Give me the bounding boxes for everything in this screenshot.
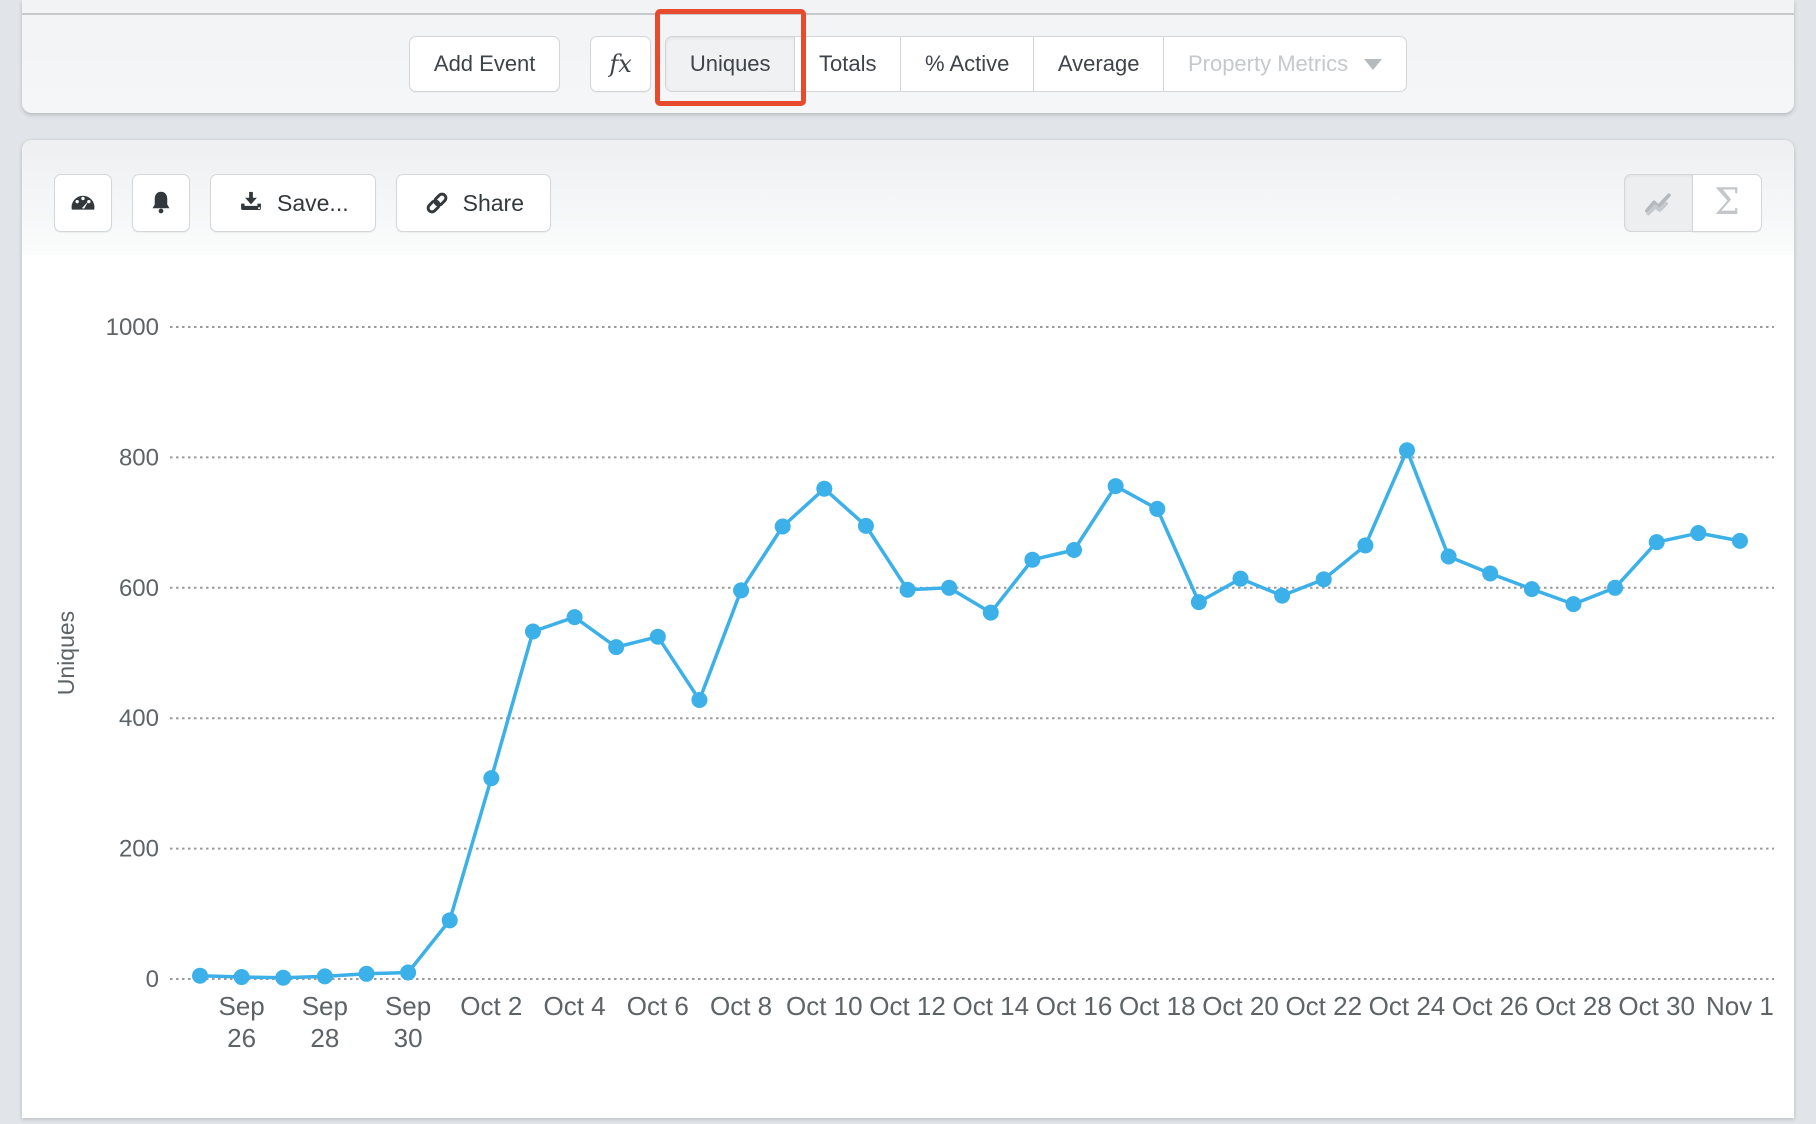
svg-text:0: 0 [146, 966, 159, 993]
download-icon [237, 189, 265, 217]
svg-text:Oct 12: Oct 12 [869, 991, 946, 1021]
chart-toolbar: Save... Share [22, 140, 1794, 255]
svg-text:Oct 30: Oct 30 [1618, 991, 1695, 1021]
property-metrics-dropdown[interactable]: Property Metrics [1163, 36, 1407, 92]
chart-toolbar-left-group: Save... Share [54, 174, 551, 232]
property-metrics-label: Property Metrics [1188, 51, 1348, 77]
svg-text:Oct 4: Oct 4 [544, 991, 606, 1021]
svg-text:Oct 2: Oct 2 [460, 991, 522, 1021]
gauge-icon [67, 187, 99, 219]
tab-percent-active[interactable]: % Active [900, 36, 1034, 92]
chart-panel: Save... Share [22, 140, 1794, 1118]
dashboard-gauge-button[interactable] [54, 174, 112, 232]
top-toolbar-panel: Add Event fx Uniques Totals % Active Ave… [22, 0, 1794, 113]
chevron-down-icon [1364, 59, 1382, 70]
formula-fx-button[interactable]: fx [590, 36, 650, 92]
svg-text:Sep: Sep [302, 991, 348, 1021]
share-button[interactable]: Share [396, 174, 551, 232]
tab-totals[interactable]: Totals [794, 36, 901, 92]
svg-text:Oct 8: Oct 8 [710, 991, 772, 1021]
sigma-view-button[interactable]: Σ [1692, 174, 1762, 232]
line-view-button[interactable] [1624, 174, 1694, 232]
tab-average[interactable]: Average [1033, 36, 1165, 92]
svg-text:Nov 1: Nov 1 [1706, 991, 1774, 1021]
line-chart-icon [1642, 186, 1676, 220]
metric-toolbar: Add Event fx Uniques Totals % Active Ave… [22, 36, 1794, 92]
svg-text:Oct 18: Oct 18 [1119, 991, 1196, 1021]
line-chart[interactable]: 02004006008001000UniquesSep26Sep28Sep30O… [22, 255, 1794, 1118]
chart-view-toggle: Σ [1624, 174, 1763, 232]
svg-text:Oct 16: Oct 16 [1036, 991, 1113, 1021]
bell-icon [146, 188, 176, 218]
svg-text:600: 600 [119, 575, 159, 602]
svg-text:Uniques: Uniques [53, 611, 79, 695]
uniques-line-chart-svg: 02004006008001000UniquesSep26Sep28Sep30O… [22, 255, 1794, 1118]
svg-text:Oct 14: Oct 14 [952, 991, 1029, 1021]
svg-text:30: 30 [394, 1023, 423, 1053]
svg-text:Oct 20: Oct 20 [1202, 991, 1279, 1021]
save-button[interactable]: Save... [210, 174, 376, 232]
metric-segmented-control: Uniques Totals % Active Average Property… [665, 36, 1407, 92]
svg-text:800: 800 [119, 444, 159, 471]
svg-text:200: 200 [119, 836, 159, 863]
add-event-button[interactable]: Add Event [409, 36, 561, 92]
svg-text:Sep: Sep [218, 991, 264, 1021]
tab-uniques[interactable]: Uniques [665, 36, 796, 92]
toolbar-divider [22, 13, 1794, 15]
link-icon [423, 189, 451, 217]
svg-text:Oct 26: Oct 26 [1452, 991, 1529, 1021]
alert-bell-button[interactable] [132, 174, 190, 232]
svg-text:Sep: Sep [385, 991, 431, 1021]
sigma-icon: Σ [1714, 185, 1739, 221]
svg-text:28: 28 [310, 1023, 339, 1053]
svg-text:1000: 1000 [106, 314, 159, 341]
svg-text:Oct 24: Oct 24 [1369, 991, 1446, 1021]
share-label: Share [463, 190, 524, 217]
svg-text:26: 26 [227, 1023, 256, 1053]
svg-text:Oct 10: Oct 10 [786, 991, 863, 1021]
svg-text:Oct 28: Oct 28 [1535, 991, 1612, 1021]
svg-text:400: 400 [119, 705, 159, 732]
svg-text:Oct 22: Oct 22 [1285, 991, 1362, 1021]
save-label: Save... [277, 190, 349, 217]
svg-text:Oct 6: Oct 6 [627, 991, 689, 1021]
